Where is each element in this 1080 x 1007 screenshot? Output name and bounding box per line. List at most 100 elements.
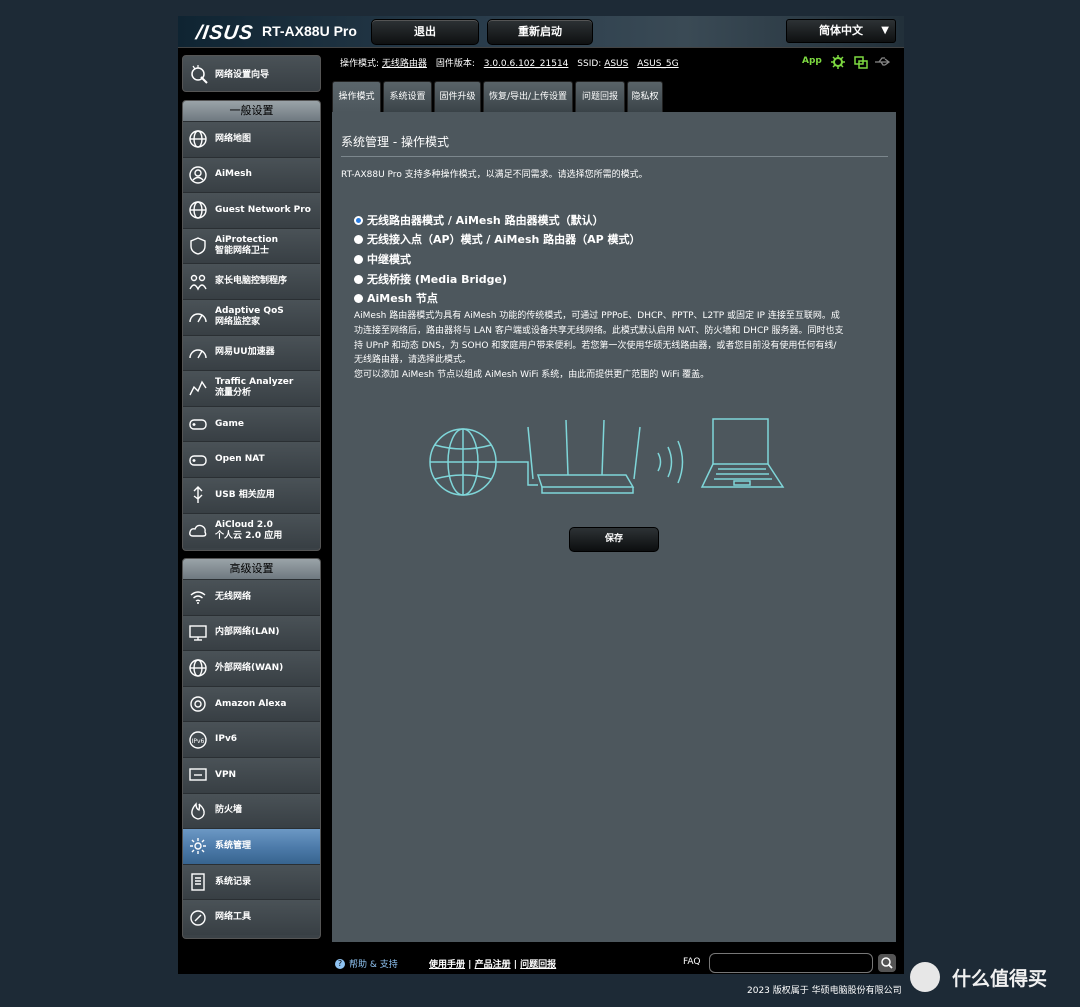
reboot-button[interactable]: 重新启动 <box>487 19 593 45</box>
tab-system[interactable]: 系统设置 <box>383 81 432 112</box>
status-line: 操作模式: 无线路由器 固件版本: 3.0.0.6.102_21514 SSID… <box>340 56 679 69</box>
logout-button[interactable]: 退出 <box>371 19 479 45</box>
sidebar-item-label: Guest Network Pro <box>215 204 311 215</box>
manual-link[interactable]: 使用手册 <box>429 960 465 970</box>
sidebar-item-parental-control[interactable]: 家长电脑控制程序 <box>183 263 320 299</box>
mode-option-router[interactable]: 无线路由器模式 / AiMesh 路由器模式（默认） <box>354 212 604 228</box>
sidebar-item-adaptive-qos[interactable]: Adaptive QoS 网络监控家 <box>183 298 320 335</box>
radio-button[interactable] <box>354 254 363 264</box>
search-icon[interactable] <box>878 954 896 972</box>
feedback-link[interactable]: 问题回报 <box>520 960 556 970</box>
administration-icon <box>190 838 206 855</box>
mode-option-aimesh-node[interactable]: AiMesh 节点 <box>354 290 438 306</box>
sidebar-item-label: Game <box>215 418 244 429</box>
mode-option-label: 无线桥接 (Media Bridge) <box>367 273 507 286</box>
wizard-icon <box>191 65 208 84</box>
tab-operation-mode[interactable]: 操作模式 <box>332 81 381 112</box>
ipv6-icon: IPv6 <box>189 730 207 749</box>
sidebar-item-label: Adaptive QoS 网络监控家 <box>215 306 284 328</box>
sidebar-item-label: AiCloud 2.0 个人云 2.0 应用 <box>215 519 283 541</box>
registration-link[interactable]: 产品注册 <box>475 960 511 970</box>
help-support-link[interactable]: ? 帮助 & 支持 <box>335 957 398 970</box>
mode-option-media-bridge[interactable]: 无线桥接 (Media Bridge) <box>354 271 507 287</box>
sidebar-item-wan[interactable]: 外部网络(WAN) <box>183 650 320 686</box>
sidebar-item-label: Traffic Analyzer 流量分析 <box>215 377 294 399</box>
sidebar-item-label: 系统管理 <box>215 840 252 851</box>
radio-button[interactable] <box>354 293 363 303</box>
uu-accelerator-icon <box>189 349 207 359</box>
sidebar-item-label: Open NAT <box>215 454 265 465</box>
tab-feedback[interactable]: 问题回报 <box>575 81 625 112</box>
game-icon <box>189 419 207 430</box>
sidebar-item-aicloud[interactable]: AiCloud 2.0 个人云 2.0 应用 <box>183 512 320 549</box>
sidebar-item-label: 网络地图 <box>215 133 252 144</box>
title-divider <box>341 156 888 157</box>
network-status-icon[interactable] <box>853 54 869 70</box>
sidebar-item-aimesh[interactable]: AiMesh <box>183 156 320 193</box>
radio-button[interactable] <box>354 274 363 284</box>
faq-search-input[interactable] <box>709 953 873 973</box>
sidebar-item-guest-network-pro[interactable]: Guest Network Pro <box>183 192 320 228</box>
faq-label: FAQ <box>683 957 701 967</box>
vpn-icon <box>189 768 207 781</box>
setup-wizard-button[interactable]: 网络设置向导 <box>182 55 321 92</box>
general-settings-menu: 一般设置 网络地图 AiMesh Guest Network Pro AiPro… <box>182 100 321 551</box>
watermark-logo-icon <box>910 962 940 992</box>
firmware-label: 固件版本: <box>435 59 475 69</box>
ssid-link-2[interactable]: ASUS_5G <box>637 59 678 69</box>
sidebar-item-system-log[interactable]: 系统记录 <box>183 863 320 900</box>
sidebar-item-network-tools[interactable]: 网络工具 <box>183 899 320 935</box>
page-description: RT-AX88U Pro 支持多种操作模式，以满足不同需求。请选择您所需的模式。 <box>341 170 648 180</box>
mode-description-line: 无线路由器，请选择此模式。 <box>354 355 472 366</box>
sidebar-item-label: 外部网络(WAN) <box>215 662 284 673</box>
guest-network-icon <box>189 201 207 220</box>
mode-option-access-point[interactable]: 无线接入点（AP）模式 / AiMesh 路由器（AP 模式） <box>354 231 641 247</box>
sidebar-item-lan[interactable]: 内部网络(LAN) <box>183 614 320 651</box>
radio-button[interactable] <box>354 215 363 225</box>
sidebar-item-traffic-analyzer[interactable]: Traffic Analyzer 流量分析 <box>183 370 320 406</box>
watermark-text: 什么值得买 <box>952 968 1048 990</box>
language-select[interactable]: 简体中文 ▼ <box>786 19 896 43</box>
tab-firmware-upgrade[interactable]: 固件升级 <box>434 81 481 112</box>
network-map-icon <box>189 130 207 148</box>
sidebar-item-game[interactable]: Game <box>183 405 320 442</box>
mode-option-repeater[interactable]: 中继模式 <box>354 251 411 267</box>
tab-restore-save-upload[interactable]: 恢复/导出/上传设置 <box>483 81 573 112</box>
wan-icon <box>189 659 207 678</box>
sidebar-item-uu-accelerator[interactable]: 网易UU加速器 <box>183 334 320 371</box>
sidebar-item-wireless[interactable]: 无线网络 <box>183 579 320 615</box>
ssid-link-1[interactable]: ASUS <box>604 59 628 69</box>
sidebar-item-amazon-alexa[interactable]: Amazon Alexa <box>183 685 320 722</box>
open-nat-icon <box>189 454 207 466</box>
sidebar-item-firewall[interactable]: 防火墙 <box>183 792 320 829</box>
save-button[interactable]: 保存 <box>569 527 659 552</box>
language-value: 简体中文 <box>819 24 863 37</box>
sidebar-item-administration[interactable]: 系统管理 <box>183 828 320 864</box>
mode-description-line: 功连接至网络后，路由器将与 LAN 客户端或设备共享无线网络。此模式默认启用 N… <box>354 325 844 336</box>
app-label[interactable]: App <box>802 56 822 66</box>
sidebar-item-label: 家长电脑控制程序 <box>215 276 288 287</box>
usb-status-icon[interactable] <box>874 54 890 70</box>
radio-button[interactable] <box>354 234 363 244</box>
cpu-status-icon[interactable] <box>830 54 846 70</box>
sidebar-item-label: 系统记录 <box>215 876 252 887</box>
sidebar-item-usb-applications[interactable]: USB 相关应用 <box>183 476 320 513</box>
sidebar-item-vpn[interactable]: VPN <box>183 756 320 793</box>
firmware-link[interactable]: 3.0.0.6.102_21514 <box>484 59 569 69</box>
sidebar-item-label: AiProtection 智能网络卫士 <box>215 235 278 257</box>
sidebar-item-ipv6[interactable]: IPv6 IPv6 <box>183 721 320 757</box>
tab-privacy[interactable]: 隐私权 <box>627 81 663 112</box>
aicloud-icon <box>189 524 207 537</box>
sidebar-item-network-map[interactable]: 网络地图 <box>183 121 320 157</box>
copyright-text: 2023 版权属于 华硕电脑股份有限公司 <box>747 986 902 996</box>
ssid-label: SSID: <box>577 59 602 69</box>
sidebar-item-aiprotection[interactable]: AiProtection 智能网络卫士 <box>183 227 320 264</box>
model-name: RT-AX88U Pro <box>262 23 357 39</box>
parental-control-icon <box>189 274 207 291</box>
mode-value-link[interactable]: 无线路由器 <box>382 59 427 69</box>
help-support-label: 帮助 & 支持 <box>349 960 398 970</box>
wizard-label: 网络设置向导 <box>215 70 270 80</box>
sidebar-item-open-nat[interactable]: Open NAT <box>183 441 320 477</box>
sidebar-item-label: USB 相关应用 <box>215 489 275 500</box>
advanced-settings-title: 高级设置 <box>183 559 320 579</box>
